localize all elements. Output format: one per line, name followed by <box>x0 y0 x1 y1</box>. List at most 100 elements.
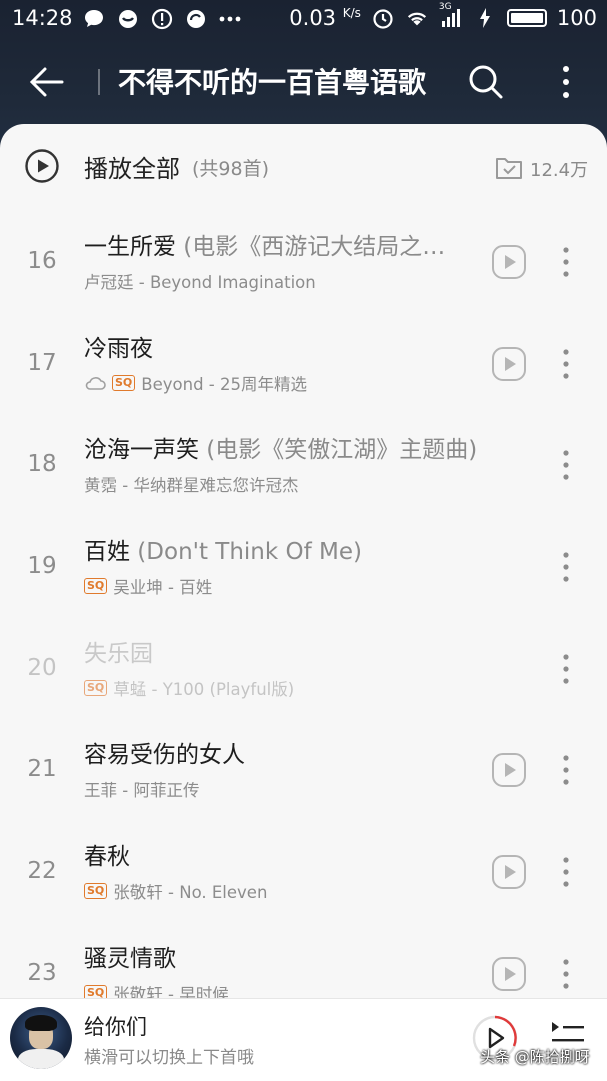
chat-bubble-icon <box>82 7 106 31</box>
status-bar: 14:28 0.03 K/s 3G 100 <box>0 0 607 38</box>
song-title[interactable]: 容易受伤的女人 <box>84 735 474 769</box>
notification-icons <box>82 7 242 31</box>
app-bar: 不得不听的一百首粤语歌 <box>0 45 607 120</box>
playlist-queue-icon[interactable] <box>550 1019 586 1049</box>
song-title[interactable]: 春秋 <box>84 837 474 871</box>
alert-icon <box>150 7 174 31</box>
more-notifications-icon <box>218 7 242 31</box>
song-title[interactable]: 一生所爱 (电影《西游记大结局之… <box>84 227 474 261</box>
album-cover[interactable] <box>10 1007 72 1069</box>
charging-icon <box>473 6 497 30</box>
song-subtitle: SQ 草蜢 - Y100 (Playful版) <box>84 676 474 700</box>
artist-album: Beyond - 25周年精选 <box>141 374 307 394</box>
playlist-title: 不得不听的一百首粤语歌 <box>118 66 427 99</box>
song-row[interactable]: 22 春秋 SQ 张敬轩 - No. Eleven <box>0 822 607 924</box>
song-list: 16 一生所爱 (电影《西游记大结局之… 卢冠廷 - Beyond Imaginat… <box>0 212 607 1004</box>
song-title[interactable]: 骚灵情歌 <box>84 939 474 973</box>
play-all-label[interactable]: 播放全部 <box>84 149 180 184</box>
song-row[interactable]: 17 冷雨夜 SQ Beyond - 25周年精选 <box>0 314 607 416</box>
network-type: 3G <box>438 2 452 12</box>
song-title[interactable]: 百姓 (Don't Think Of Me) <box>84 532 524 566</box>
song-more-icon[interactable] <box>556 447 576 483</box>
status-time: 14:28 <box>12 6 73 30</box>
sq-quality-badge: SQ <box>84 578 108 595</box>
artist-album: 卢冠廷 - Beyond Imagination <box>84 273 316 292</box>
sq-quality-badge: SQ <box>84 679 108 696</box>
track-number: 20 <box>27 654 57 681</box>
playlist-sheet: 播放全部 (共98首) 12.4万 16 一生所爱 (电影《西游记大结局之… 卢冠廷… <box>0 124 607 1004</box>
mv-play-icon[interactable] <box>491 854 527 890</box>
song-title[interactable]: 沧海一声笑 (电影《笑傲江湖》主题曲) <box>84 430 524 464</box>
back-arrow-icon[interactable] <box>24 59 70 105</box>
favorite-count: 12.4万 <box>530 160 589 181</box>
song-title[interactable]: 冷雨夜 <box>84 329 474 363</box>
song-row[interactable]: 21 容易受伤的女人王菲 - 阿菲正传 <box>0 720 607 822</box>
song-more-icon[interactable] <box>556 752 576 788</box>
song-title-main: 冷雨夜 <box>84 335 153 362</box>
sq-quality-badge: SQ <box>84 883 108 900</box>
song-more-icon[interactable] <box>556 956 576 992</box>
mini-player[interactable]: 给你们 横滑可以切换上下首哦 <box>0 998 607 1081</box>
song-row[interactable]: 16 一生所爱 (电影《西游记大结局之… 卢冠廷 - Beyond Imaginat… <box>0 212 607 314</box>
search-icon[interactable] <box>466 62 506 102</box>
song-title-extra: (Don't Think Of Me) <box>130 539 362 566</box>
mv-play-icon[interactable] <box>491 244 527 280</box>
mv-play-icon[interactable] <box>491 346 527 382</box>
play-circle-icon[interactable] <box>24 148 60 184</box>
song-row[interactable]: 20 失乐园 SQ 草蜢 - Y100 (Playful版) <box>0 619 607 721</box>
artist-album: 王菲 - 阿菲正传 <box>84 781 200 801</box>
song-subtitle: SQ 吴业坤 - 百姓 <box>84 574 474 598</box>
artist-album: 黄霑 - 华纳群星难忘您许冠杰 <box>84 476 299 496</box>
track-number: 23 <box>27 959 57 986</box>
artist-album: 张敬轩 - No. Eleven <box>113 883 268 903</box>
song-title-main: 百姓 <box>84 539 130 566</box>
app-notification-icon <box>116 7 140 31</box>
song-row[interactable]: 18 沧海一声笑 (电影《笑傲江湖》主题曲) 黄霑 - 华纳群星难忘您许冠杰 <box>0 415 607 517</box>
watermark: 头条 @陈拾捌呀 <box>480 1048 590 1066</box>
net-speed: 0.03 K/s <box>289 6 361 30</box>
song-title-main: 一生所爱 <box>84 234 176 260</box>
alarm-icon <box>371 6 395 30</box>
signal-icon: 3G <box>439 2 463 30</box>
song-title-main: 失乐园 <box>84 640 153 667</box>
song-title-main: 春秋 <box>84 844 130 871</box>
track-number: 18 <box>27 451 57 478</box>
song-more-icon[interactable] <box>556 346 576 382</box>
song-title-main: 容易受伤的女人 <box>84 742 245 769</box>
song-subtitle: 王菲 - 阿菲正传 <box>84 777 474 801</box>
more-vertical-icon[interactable] <box>554 62 578 102</box>
song-count: (共98首) <box>192 158 270 180</box>
now-playing-title: 给你们 <box>84 1015 147 1039</box>
sync-icon <box>184 7 208 31</box>
track-number: 22 <box>27 858 57 885</box>
play-all-row[interactable]: 播放全部 (共98首) 12.4万 <box>0 124 607 208</box>
song-title[interactable]: 失乐园 <box>84 634 524 668</box>
song-more-icon[interactable] <box>556 651 576 687</box>
track-number: 19 <box>27 553 57 580</box>
swipe-hint: 横滑可以切换上下首哦 <box>84 1048 254 1068</box>
song-more-icon[interactable] <box>556 244 576 280</box>
mv-play-icon[interactable] <box>491 752 527 788</box>
track-number: 17 <box>27 349 57 376</box>
battery-icon <box>506 9 547 27</box>
status-right: 0.03 K/s 3G 100 <box>289 2 597 30</box>
song-title-main: 沧海一声笑 <box>84 437 199 464</box>
favorite-folder-icon[interactable] <box>494 152 524 182</box>
song-title-main: 骚灵情歌 <box>84 945 176 972</box>
track-number: 21 <box>27 756 57 783</box>
song-title-extra: (电影《笑傲江湖》主题曲) <box>199 437 478 464</box>
sq-quality-badge: SQ <box>112 374 136 391</box>
song-subtitle: SQ Beyond - 25周年精选 <box>84 371 474 395</box>
artist-album: 吴业坤 - 百姓 <box>113 578 213 598</box>
song-row[interactable]: 23 骚灵情歌 SQ 张敬轩 - 早时候 <box>0 924 607 1004</box>
song-title-extra: (电影《西游记大结局之… <box>176 234 446 260</box>
app-bar-divider <box>98 69 100 95</box>
battery-percent: 100 <box>556 6 597 30</box>
song-more-icon[interactable] <box>556 854 576 890</box>
wifi-icon <box>405 6 429 30</box>
song-row[interactable]: 19 百姓 (Don't Think Of Me) SQ 吴业坤 - 百姓 <box>0 517 607 619</box>
song-more-icon[interactable] <box>556 549 576 585</box>
mv-play-icon[interactable] <box>491 956 527 992</box>
cloud-icon <box>84 375 106 391</box>
song-subtitle: 卢冠廷 - Beyond Imagination <box>84 269 474 293</box>
